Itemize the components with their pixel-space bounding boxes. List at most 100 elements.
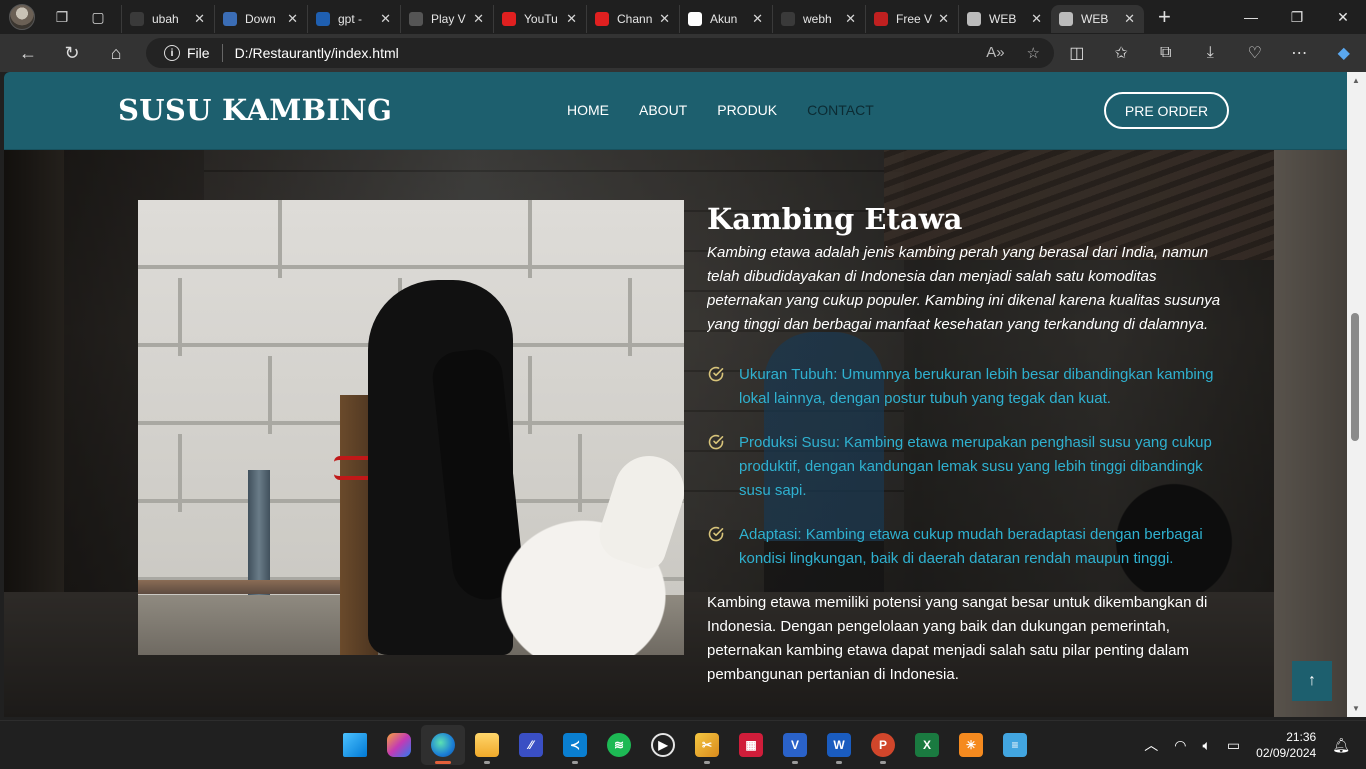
feature-line: kondisi lingkungan, baik di daerah datar…	[739, 547, 1234, 571]
browser-tab[interactable]: webh✕	[772, 5, 865, 33]
close-tab-icon[interactable]: ✕	[752, 11, 763, 27]
battery-icon[interactable]: ▭	[1227, 737, 1240, 754]
feature-line: produktif, dengan kandungan lemak susu y…	[739, 455, 1234, 479]
tab-title: gpt -	[338, 12, 378, 26]
notifications-icon[interactable]: 🔔︎	[1332, 737, 1350, 754]
browser-tab[interactable]: Chann✕	[586, 5, 679, 33]
about-title: Kambing Etawa	[707, 200, 1234, 238]
intro-line: telah dibudidayakan di Indonesia dan men…	[707, 265, 1234, 289]
taskbar-xampp[interactable]: ✳	[949, 725, 993, 765]
show-hidden-icons-icon[interactable]: ︿	[1144, 735, 1158, 755]
taskbar-copilot[interactable]	[377, 725, 421, 765]
edge-icon	[431, 733, 455, 757]
word-icon: W	[827, 733, 851, 757]
back-icon[interactable]: ←	[17, 42, 39, 64]
close-tab-icon[interactable]: ✕	[473, 11, 484, 27]
nav-link-about[interactable]: ABOUT	[639, 102, 687, 118]
taskbar-snipping[interactable]: ✂	[685, 725, 729, 765]
check-circle-icon	[707, 433, 725, 451]
volume-icon[interactable]: 🔈︎	[1203, 737, 1211, 754]
profile-avatar[interactable]	[9, 4, 35, 30]
address-url[interactable]: D:/Restaurantly/index.html	[235, 45, 399, 61]
google-icon	[688, 12, 702, 26]
intro-line: Kambing etawa adalah jenis kambing perah…	[707, 241, 1234, 265]
scroll-up-icon[interactable]: ▲	[1352, 76, 1360, 85]
scrollbar-thumb[interactable]	[1351, 313, 1359, 441]
taskbar-vscode[interactable]: ≺	[553, 725, 597, 765]
feature-item: Ukuran Tubuh: Umumnya berukuran lebih be…	[707, 363, 1234, 411]
close-tab-icon[interactable]: ✕	[194, 11, 205, 27]
outro-line: Indonesia. Dengan pengelolaan yang baik …	[707, 615, 1234, 639]
close-tab-icon[interactable]: ✕	[566, 11, 577, 27]
wifi-icon[interactable]: ◠	[1174, 737, 1186, 754]
taskbar-visio[interactable]: V	[773, 725, 817, 765]
browser-tab[interactable]: Play V✕	[400, 5, 493, 33]
taskbar-file-explorer[interactable]	[465, 725, 509, 765]
close-window-button[interactable]: ✕	[1320, 0, 1366, 34]
tab-title: WEB	[1081, 12, 1121, 26]
system-tray: ︿ ◠ 🔈︎ ▭ 21:36 02/09/2024 🔔︎	[1144, 721, 1366, 769]
minimize-button[interactable]: —	[1228, 0, 1274, 34]
browser-tab[interactable]: Down✕	[214, 5, 307, 33]
copilot-icon	[387, 733, 411, 757]
goat-photo	[138, 200, 684, 655]
collections-icon[interactable]: ⧉	[1144, 44, 1189, 62]
close-tab-icon[interactable]: ✕	[287, 11, 298, 27]
outro-line: pembangunan pertanian di Indonesia.	[707, 663, 1234, 687]
pre-order-button[interactable]: PRE ORDER	[1104, 92, 1229, 129]
downloads-icon[interactable]: ⤓	[1188, 44, 1233, 62]
refresh-icon[interactable]: ↻	[61, 42, 83, 64]
close-tab-icon[interactable]: ✕	[845, 11, 856, 27]
search-icon	[781, 12, 795, 26]
nav-link-home[interactable]: HOME	[567, 102, 609, 118]
read-aloud-icon[interactable]: A»	[986, 44, 1004, 62]
browser-tab[interactable]: ubah✕	[121, 5, 214, 33]
new-tab-button[interactable]: +	[1158, 4, 1171, 30]
about-outro: Kambing etawa memiliki potensi yang sang…	[707, 591, 1234, 687]
taskbar-app-red[interactable]: ▦	[729, 725, 773, 765]
scroll-down-icon[interactable]: ▼	[1352, 704, 1360, 713]
favorite-star-icon[interactable]: ☆	[1027, 44, 1040, 62]
browser-tab[interactable]: YouTu✕	[493, 5, 586, 33]
site-logo[interactable]: SUSU KAMBING	[118, 93, 392, 127]
nav-link-produk[interactable]: PRODUK	[717, 102, 777, 118]
close-tab-icon[interactable]: ✕	[659, 11, 670, 27]
copilot-icon[interactable]: ◆	[1322, 43, 1366, 63]
taskbar-excel[interactable]: X	[905, 725, 949, 765]
page-scrollbar[interactable]: ▲ ▼	[1347, 72, 1366, 717]
browser-tab[interactable]: WEB✕	[1051, 5, 1144, 33]
taskbar-spotify[interactable]: ≋	[597, 725, 641, 765]
close-tab-icon[interactable]: ✕	[1124, 11, 1135, 27]
home-icon[interactable]: ⌂	[105, 42, 127, 64]
more-menu-icon[interactable]: ⋯	[1277, 43, 1322, 63]
browser-tab[interactable]: Free V✕	[865, 5, 958, 33]
spotify-icon: ≋	[607, 733, 631, 757]
split-screen-icon[interactable]: ◫	[1055, 43, 1100, 63]
close-tab-icon[interactable]: ✕	[380, 11, 391, 27]
bing-icon	[316, 12, 330, 26]
nav-link-contact[interactable]: CONTACT	[807, 102, 874, 118]
main-navigation: HOME ABOUT PRODUK CONTACT	[567, 102, 874, 118]
address-bar[interactable]: i File D:/Restaurantly/index.html A» ☆	[146, 38, 1054, 68]
tab-actions-icon[interactable]: ▢	[89, 8, 107, 26]
favorites-icon[interactable]: ✩	[1099, 43, 1144, 63]
maximize-button[interactable]: ❐	[1274, 0, 1320, 34]
taskbar-media-player[interactable]: ▶	[641, 725, 685, 765]
taskbar-notepad[interactable]: ≡	[993, 725, 1037, 765]
browser-tab[interactable]: WEB✕	[958, 5, 1051, 33]
taskbar-word[interactable]: W	[817, 725, 861, 765]
site-info-icon[interactable]: i	[164, 45, 180, 61]
close-tab-icon[interactable]: ✕	[938, 11, 949, 27]
start-button[interactable]	[333, 725, 377, 765]
tab-title: YouTu	[524, 12, 564, 26]
taskbar-app-blue[interactable]: ⁄⁄	[509, 725, 553, 765]
taskbar-edge[interactable]	[421, 725, 465, 765]
taskbar-powerpoint[interactable]: P	[861, 725, 905, 765]
workspaces-icon[interactable]: ❐	[53, 8, 71, 26]
back-to-top-button[interactable]: ↑	[1292, 661, 1332, 701]
close-tab-icon[interactable]: ✕	[1031, 11, 1042, 27]
performance-icon[interactable]: ♡	[1233, 43, 1278, 63]
browser-tab[interactable]: gpt -✕	[307, 5, 400, 33]
clock[interactable]: 21:36 02/09/2024	[1256, 729, 1316, 761]
browser-tab[interactable]: Akun✕	[679, 5, 772, 33]
